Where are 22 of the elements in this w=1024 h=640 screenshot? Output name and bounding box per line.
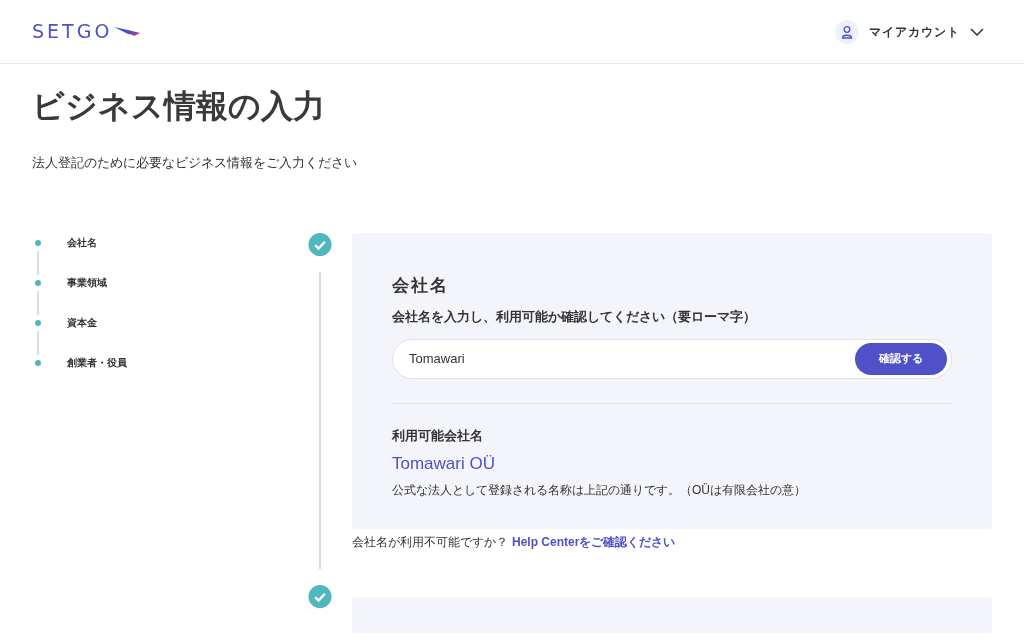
logo-text: SETGO	[32, 19, 113, 45]
checkmark-circle-icon	[308, 232, 332, 256]
note-text: 公式な法人として登録される名称は上記の通りです。（OÜは有限会社の意）	[392, 481, 807, 499]
field-label: 会社名を入力し、利用可能か確認してください（要ローマ字）	[392, 308, 757, 326]
step-label[interactable]: 事業領域	[67, 275, 107, 290]
page-subtitle: 法人登記のために必要なビジネス情報をご入力ください	[32, 154, 358, 172]
page-title: ビジネス情報の入力	[32, 87, 326, 126]
card-heading: 会社名	[392, 274, 450, 297]
bird-logo-icon	[114, 25, 141, 38]
confirm-button[interactable]: 確認する	[855, 342, 947, 375]
step-label[interactable]: 資本金	[67, 315, 97, 330]
help-center-link[interactable]: Help Centerをご確認ください	[512, 532, 676, 551]
account-menu-button[interactable]: マイアカウント	[835, 19, 984, 44]
checkmark-circle-icon	[308, 585, 332, 609]
available-label: 利用可能会社名	[392, 426, 484, 445]
step-label[interactable]: 創業者・役員	[67, 355, 127, 370]
available-company-name: Tomawari OÜ	[392, 453, 496, 475]
user-icon	[835, 19, 859, 44]
chevron-down-icon	[970, 27, 984, 36]
company-name-input[interactable]: Tomawari 確認する	[392, 338, 952, 379]
help-question: 会社名が利用不可能ですか？	[352, 533, 508, 551]
step-label[interactable]: 会社名	[67, 235, 97, 250]
